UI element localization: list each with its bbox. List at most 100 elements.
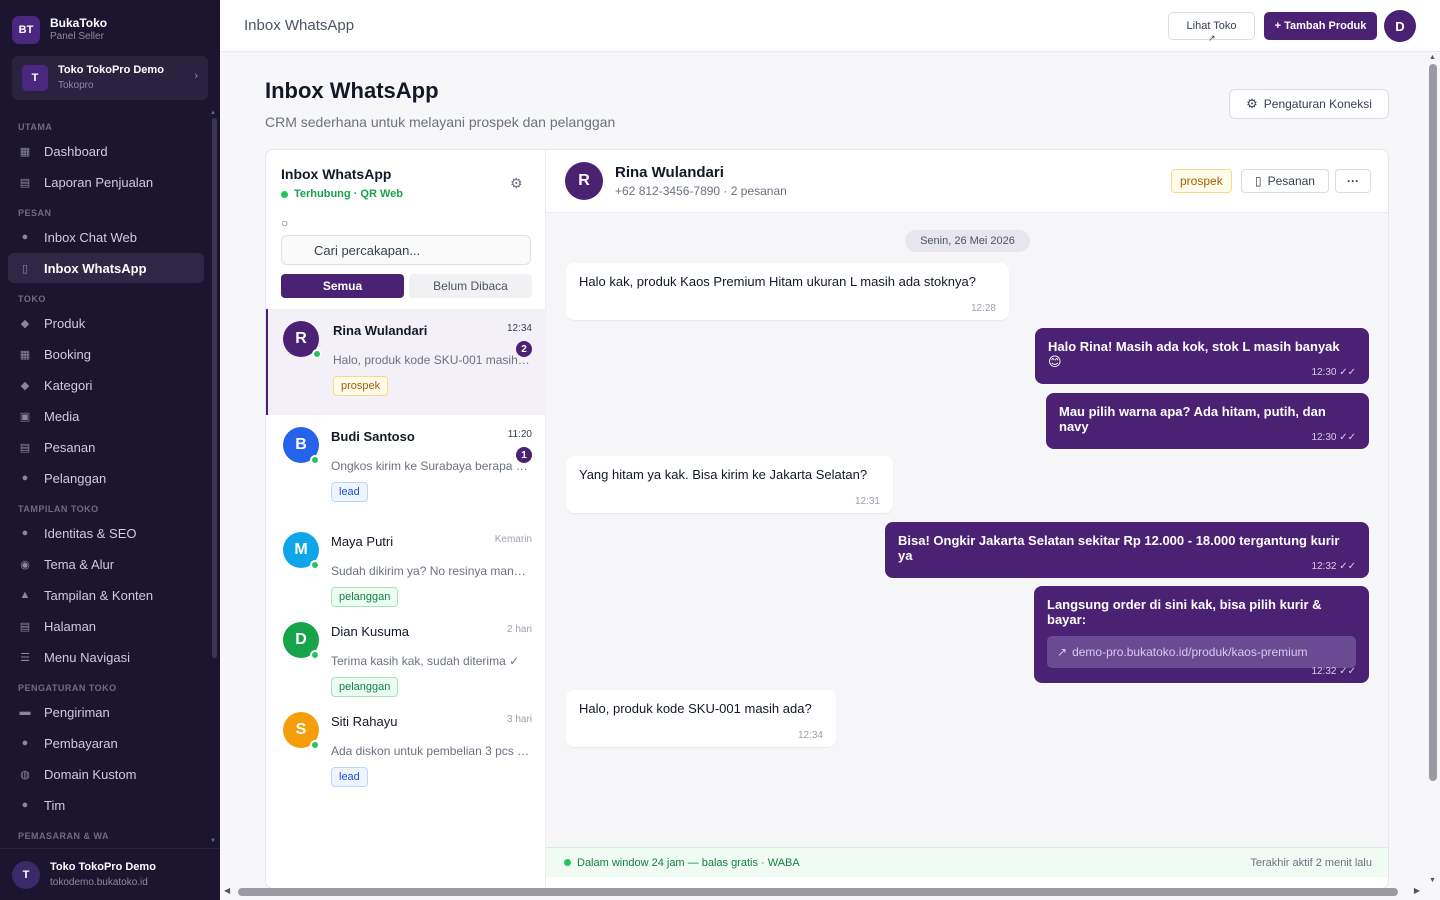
brand[interactable]: BT BukaToko Panel Seller bbox=[0, 0, 220, 48]
sidebar-item-media[interactable]: ▣ Media bbox=[8, 401, 204, 431]
window-status-dot-icon bbox=[564, 859, 571, 866]
conversation-item[interactable]: B Budi Santoso 11:20 1 Ongkos kirim ke S… bbox=[266, 415, 546, 521]
sidebar-item-inbox-chat-web[interactable]: ● Inbox Chat Web bbox=[8, 222, 204, 252]
date-separator: Senin, 26 Mei 2026 bbox=[905, 230, 1030, 252]
orders-button[interactable]: ▯ Pesanan bbox=[1241, 169, 1329, 193]
sidebar-item-booking[interactable]: ▦ Booking bbox=[8, 339, 204, 369]
sidebar-item-label: Menu Navigasi bbox=[44, 649, 130, 665]
sidebar-item-identitas-seo[interactable]: ● Identitas & SEO bbox=[8, 518, 204, 548]
conversation-item[interactable]: R Rina Wulandari 12:34 2 Halo, produk ko… bbox=[266, 309, 546, 415]
sidebar-item-label: Media bbox=[44, 408, 80, 424]
outgoing-message[interactable]: Halo Rina! Masih ada kok, stok L masih b… bbox=[1035, 328, 1369, 384]
sidebar-footer-account[interactable]: T Toko TokoPro Demo tokodemo.bukatoko.id bbox=[0, 848, 220, 900]
view-store-button[interactable]: Lihat Toko ↗ bbox=[1168, 12, 1255, 43]
sidebar-item-pelanggan[interactable]: ● Pelanggan bbox=[8, 463, 204, 493]
sidebar-item-label: Inbox WhatsApp bbox=[44, 260, 147, 276]
sidebar-item-kategori[interactable]: ◆ Kategori bbox=[8, 370, 204, 400]
chat-icon: ● bbox=[21, 231, 29, 243]
nav-section-title: TOKO bbox=[18, 294, 46, 304]
online-status-dot-icon bbox=[310, 740, 320, 750]
filter-unread-tab[interactable]: Belum Dibaca bbox=[409, 274, 532, 298]
sidebar-item-produk[interactable]: ◆ Produk bbox=[8, 308, 204, 338]
conversation-preview: Halo, produk kode SKU-001 masih ada? bbox=[333, 353, 533, 367]
connection-status-label: Terhubung · QR Web bbox=[294, 188, 403, 200]
sidebar-item-laporan-penjualan[interactable]: ▤ Laporan Penjualan bbox=[8, 167, 204, 197]
incoming-message[interactable]: Halo kak, produk Kaos Premium Hitam ukur… bbox=[566, 263, 1009, 320]
message-text: Halo kak, produk Kaos Premium Hitam ukur… bbox=[579, 274, 976, 289]
sidebar-item-tema-alur[interactable]: ◉ Tema & Alur bbox=[8, 549, 204, 579]
vertical-scrollbar[interactable]: ▲ ▼ bbox=[1428, 54, 1438, 884]
connection-settings-button[interactable]: ⚙ Pengaturan Koneksi bbox=[1229, 89, 1389, 119]
sidebar-item-label: Booking bbox=[44, 346, 91, 362]
chart-icon: ▤ bbox=[19, 176, 31, 189]
conversation-time: 3 hari bbox=[506, 714, 532, 725]
page-icon: ▤ bbox=[19, 620, 31, 633]
inbox-settings-gear-icon[interactable]: ⚙ bbox=[510, 175, 526, 191]
vertical-scroll-thumb[interactable] bbox=[1429, 64, 1437, 781]
sidebar-item-domain-kustom[interactable]: ◍ Domain Kustom bbox=[8, 759, 204, 789]
sidebar-item-pengiriman[interactable]: ▬ Pengiriman bbox=[8, 697, 204, 727]
conversation-item[interactable]: S Siti Rahayu 3 hari Ada diskon untuk pe… bbox=[266, 700, 546, 806]
sidebar-item-label: Kategori bbox=[44, 377, 93, 393]
scroll-left-arrow-icon[interactable]: ◀ bbox=[224, 886, 230, 895]
scroll-up-icon[interactable]: ▲ bbox=[1429, 54, 1436, 61]
add-product-button[interactable]: + Tambah Produk bbox=[1264, 12, 1377, 40]
scroll-down-icon[interactable]: ▼ bbox=[1429, 877, 1436, 884]
calendar-icon: ▦ bbox=[19, 348, 31, 361]
scroll-right-arrow-icon[interactable]: ▶ bbox=[1414, 886, 1420, 895]
phone-icon: ▯ bbox=[21, 262, 29, 275]
inbox-title: Inbox WhatsApp bbox=[281, 166, 392, 182]
more-options-button[interactable]: ··· bbox=[1335, 169, 1371, 193]
store-switcher[interactable]: T Toko TokoPro Demo Tokopro › bbox=[12, 56, 208, 100]
conversation-preview: Ongkos kirim ke Surabaya berapa kak? bbox=[331, 459, 531, 473]
sidebar-item-tim[interactable]: ● Tim bbox=[8, 790, 204, 820]
conversation-preview: Terima kasih kak, sudah diterima ✓ bbox=[331, 654, 520, 668]
message-link-url: demo-pro.bukatoko.id/produk/kaos-premium bbox=[1072, 645, 1308, 659]
message-link[interactable]: ↗ demo-pro.bukatoko.id/produk/kaos-premi… bbox=[1047, 636, 1356, 668]
sidebar-scrollbar[interactable] bbox=[212, 118, 217, 658]
conversation-name: Rina Wulandari bbox=[333, 323, 428, 338]
sidebar-item-tampilan-konten[interactable]: ▲ Tampilan & Konten bbox=[8, 580, 204, 610]
sidebar-nav: UTAMA ▦ Dashboard ▤ Laporan Penjualan PESAN ● I… bbox=[0, 112, 212, 847]
conversation-name: Budi Santoso bbox=[331, 429, 415, 444]
user-avatar[interactable]: D bbox=[1384, 10, 1416, 42]
search-conversation-input[interactable]: Cari percakapan... bbox=[281, 235, 531, 265]
sidebar-item-pembayaran[interactable]: ● Pembayaran bbox=[8, 728, 204, 758]
sidebar-item-label: Domain Kustom bbox=[44, 766, 137, 782]
outgoing-message[interactable]: Langsung order di sini kak, bisa pilih k… bbox=[1034, 586, 1369, 683]
tag-icon: ◆ bbox=[20, 379, 30, 392]
contact-avatar: R bbox=[565, 162, 603, 200]
conversation-time: Kemarin bbox=[494, 534, 532, 545]
incoming-message[interactable]: Yang hitam ya kak. Bisa kirim ke Jakarta… bbox=[566, 456, 893, 513]
sidebar-item-label: Tampilan & Konten bbox=[44, 587, 154, 603]
outgoing-message[interactable]: Mau pilih warna apa? Ada hitam, putih, d… bbox=[1046, 393, 1369, 449]
search-icon: ● bbox=[21, 527, 29, 539]
conversation-preview: Sudah dikirim ya? No resinya mana kak? bbox=[331, 564, 531, 578]
message-text: Halo Rina! Masih ada kok, stok L masih b… bbox=[1048, 339, 1340, 369]
sidebar-item-dashboard[interactable]: ▦ Dashboard bbox=[8, 136, 204, 166]
nav-section-title: PENGATURAN TOKO bbox=[18, 683, 117, 693]
sidebar-item-pesanan[interactable]: ▤ Pesanan bbox=[8, 432, 204, 462]
sidebar-item-inbox-whatsapp[interactable]: ▯ Inbox WhatsApp bbox=[8, 253, 204, 283]
conversation-tag-badge: pelanggan bbox=[331, 587, 399, 607]
conversation-tag-badge: lead bbox=[331, 482, 368, 502]
conversation-preview: Ada diskon untuk pembelian 3 pcs kak? bbox=[331, 744, 531, 758]
scroll-up-arrow-icon[interactable]: ▲ bbox=[210, 110, 216, 116]
horizontal-scroll-thumb[interactable] bbox=[238, 888, 1398, 896]
conversation-time: 2 hari bbox=[506, 624, 532, 635]
sidebar-item-label: Dashboard bbox=[44, 143, 108, 159]
incoming-message[interactable]: Halo, produk kode SKU-001 masih ada? 12:3… bbox=[566, 690, 836, 747]
sidebar-item-halaman[interactable]: ▤ Halaman bbox=[8, 611, 204, 641]
online-status-dot-icon bbox=[312, 349, 322, 359]
outgoing-message[interactable]: Bisa! Ongkir Jakarta Selatan sekitar Rp … bbox=[885, 522, 1369, 578]
conversation-tag-badge: pelanggan bbox=[331, 677, 399, 697]
contact-tag-badge[interactable]: prospek bbox=[1171, 169, 1232, 193]
message-time: 12:34 bbox=[797, 730, 823, 741]
message-text: Yang hitam ya kak. Bisa kirim ke Jakarta… bbox=[579, 467, 868, 482]
filter-all-tab[interactable]: Semua bbox=[281, 274, 404, 298]
horizontal-scrollbar[interactable]: ◀ ▶ bbox=[224, 886, 1420, 898]
chat-panel: R Rina Wulandari +62 812-3456-7890 · 2 p… bbox=[546, 150, 1388, 888]
menu-icon: ☰ bbox=[20, 651, 30, 664]
scroll-down-arrow-icon[interactable]: ▼ bbox=[210, 838, 216, 844]
sidebar-item-menu-navigasi[interactable]: ☰ Menu Navigasi bbox=[8, 642, 204, 672]
